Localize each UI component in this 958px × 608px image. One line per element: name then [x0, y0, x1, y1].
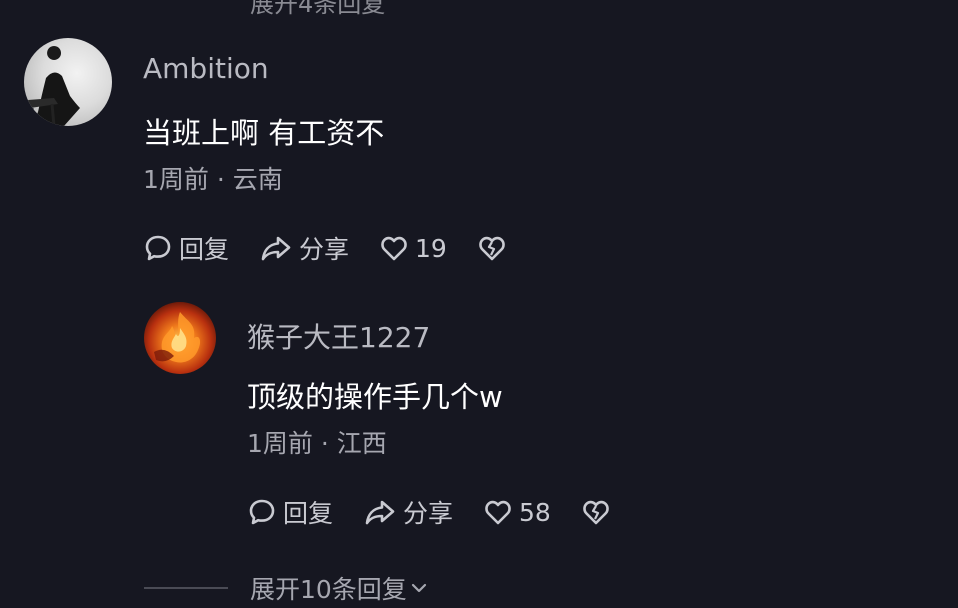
comment-location: 云南	[232, 165, 283, 194]
dislike-button[interactable]	[477, 233, 513, 263]
comment-text: 当班上啊 有工资不	[143, 116, 385, 150]
heart-icon	[381, 236, 407, 261]
comment-username[interactable]: 猴子大王1227	[247, 316, 430, 356]
reply-label: 回复	[283, 499, 334, 528]
heart-icon	[485, 500, 511, 525]
like-button[interactable]: 58	[483, 497, 551, 527]
dislike-button[interactable]	[581, 497, 617, 527]
person-silhouette-avatar	[28, 46, 80, 126]
like-button[interactable]: 19	[379, 233, 447, 263]
expand-replies-button[interactable]: 展开10条回复	[144, 570, 429, 606]
like-count: 58	[519, 497, 551, 527]
comment-time: 1周前	[247, 429, 313, 458]
comment-text: 顶级的操作手几个w	[247, 380, 503, 414]
comment-username[interactable]: Ambition	[143, 52, 269, 85]
chevron-down-icon	[411, 583, 426, 593]
comment-location: 江西	[336, 429, 387, 458]
share-arrow-icon	[261, 236, 291, 261]
meta-separator: ·	[208, 165, 233, 194]
speech-bubble-icon	[145, 235, 171, 261]
share-button[interactable]: 分享	[363, 494, 453, 530]
comment-time: 1周前	[143, 165, 209, 194]
share-label: 分享	[403, 499, 454, 528]
broken-heart-icon	[583, 500, 609, 525]
reply-button[interactable]: 回复	[143, 230, 229, 266]
reply-label: 回复	[179, 235, 230, 264]
share-label: 分享	[299, 235, 350, 264]
expand-divider-line	[144, 587, 228, 589]
share-button[interactable]: 分享	[259, 230, 349, 266]
reply-button[interactable]: 回复	[247, 494, 333, 530]
comment-actions: 回复 分享 19	[143, 230, 513, 266]
comment-meta: 1周前 · 江西	[247, 424, 387, 460]
share-arrow-icon	[365, 500, 395, 525]
broken-heart-icon	[479, 236, 505, 261]
comment-actions: 回复 分享 58	[247, 494, 617, 530]
speech-bubble-icon	[249, 499, 275, 525]
user-avatar[interactable]	[144, 302, 216, 374]
flame-avatar	[154, 312, 201, 363]
like-count: 19	[415, 233, 447, 263]
meta-separator: ·	[312, 429, 337, 458]
user-avatar[interactable]	[24, 38, 112, 126]
comment-meta: 1周前 · 云南	[143, 160, 283, 196]
expand-replies-label: 展开10条回复	[250, 575, 407, 604]
expand-replies-top[interactable]: 展开4条回复	[250, 0, 385, 19]
